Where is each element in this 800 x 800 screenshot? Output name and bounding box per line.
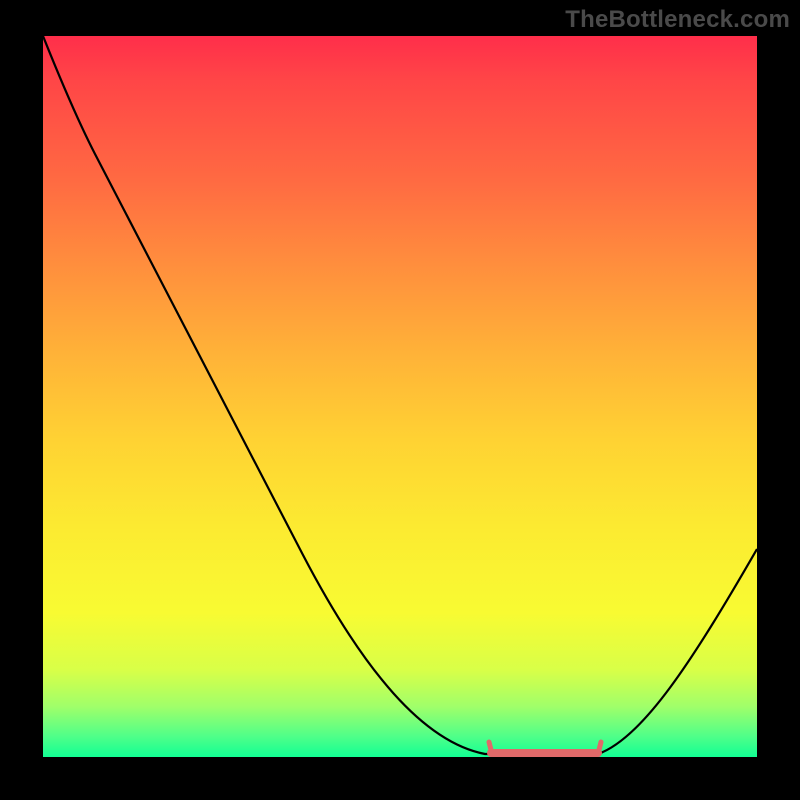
optimal-range-start-tick (489, 742, 492, 754)
chart-overlay (43, 36, 757, 757)
chart-container: TheBottleneck.com (0, 0, 800, 800)
bottleneck-curve (43, 36, 757, 754)
optimal-range-end-tick (598, 742, 601, 754)
watermark-text: TheBottleneck.com (565, 6, 790, 34)
